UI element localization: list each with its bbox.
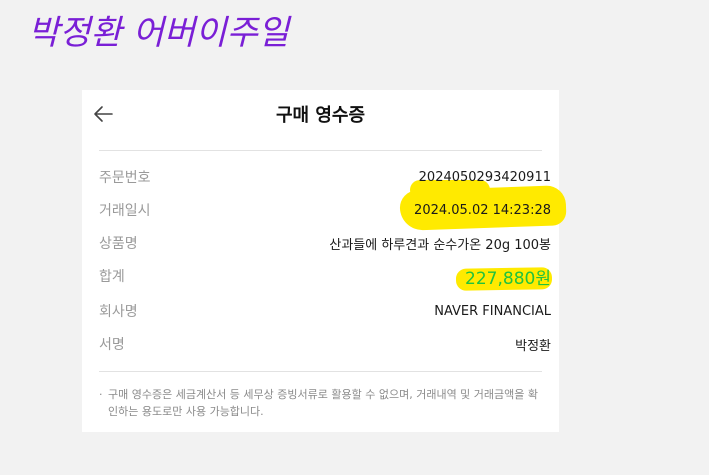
row-label: 회사명 [99,304,138,320]
bullet-icon: · [99,388,103,401]
handwritten-text: 박정환 어버이주일 [28,13,292,53]
divider-bottom [99,371,542,372]
order-number-value: 2024050293420911 [418,169,551,185]
row-label: 주문번호 [99,170,151,186]
divider-top [99,150,542,151]
row-order-number: 주문번호 2024050293420911 [99,165,551,189]
row-transaction-date: 거래일시 2024.05.02 14:23:28 [99,198,551,222]
row-label: 거래일시 [99,203,151,219]
row-company-name: 회사명 NAVER FINANCIAL [99,299,551,323]
row-product-name: 상품명 산과들에 하루견과 순수가온 20g 100봉 [99,231,551,255]
transaction-date-value: 2024.05.02 14:23:28 [414,202,551,218]
row-signature: 서명 박정환 [99,332,551,356]
notice-text: 구매 영수증은 세금계산서 등 세무상 증빙서류로 활용할 수 없으며, 거래내… [108,388,539,418]
signature-value: 박정환 [515,338,551,354]
receipt-card: 구매 영수증 주문번호 2024050293420911 거래일시 2024.0… [82,90,567,432]
total-amount-value: 227,880원 [465,268,551,289]
company-name-value: NAVER FINANCIAL [434,303,551,319]
handwritten-annotation: 박정환 어버이주일 [28,13,292,53]
row-label: 합계 [99,269,125,285]
row-label: 상품명 [99,236,138,252]
receipt-notice: · 구매 영수증은 세금계산서 등 세무상 증빙서류로 활용할 수 없으며, 거… [99,386,547,420]
row-label: 서명 [99,337,125,353]
page-title: 구매 영수증 [275,105,366,126]
product-name-value: 산과들에 하루견과 순수가온 20g 100봉 [329,237,551,253]
row-total: 합계 227,880원 [99,264,551,289]
